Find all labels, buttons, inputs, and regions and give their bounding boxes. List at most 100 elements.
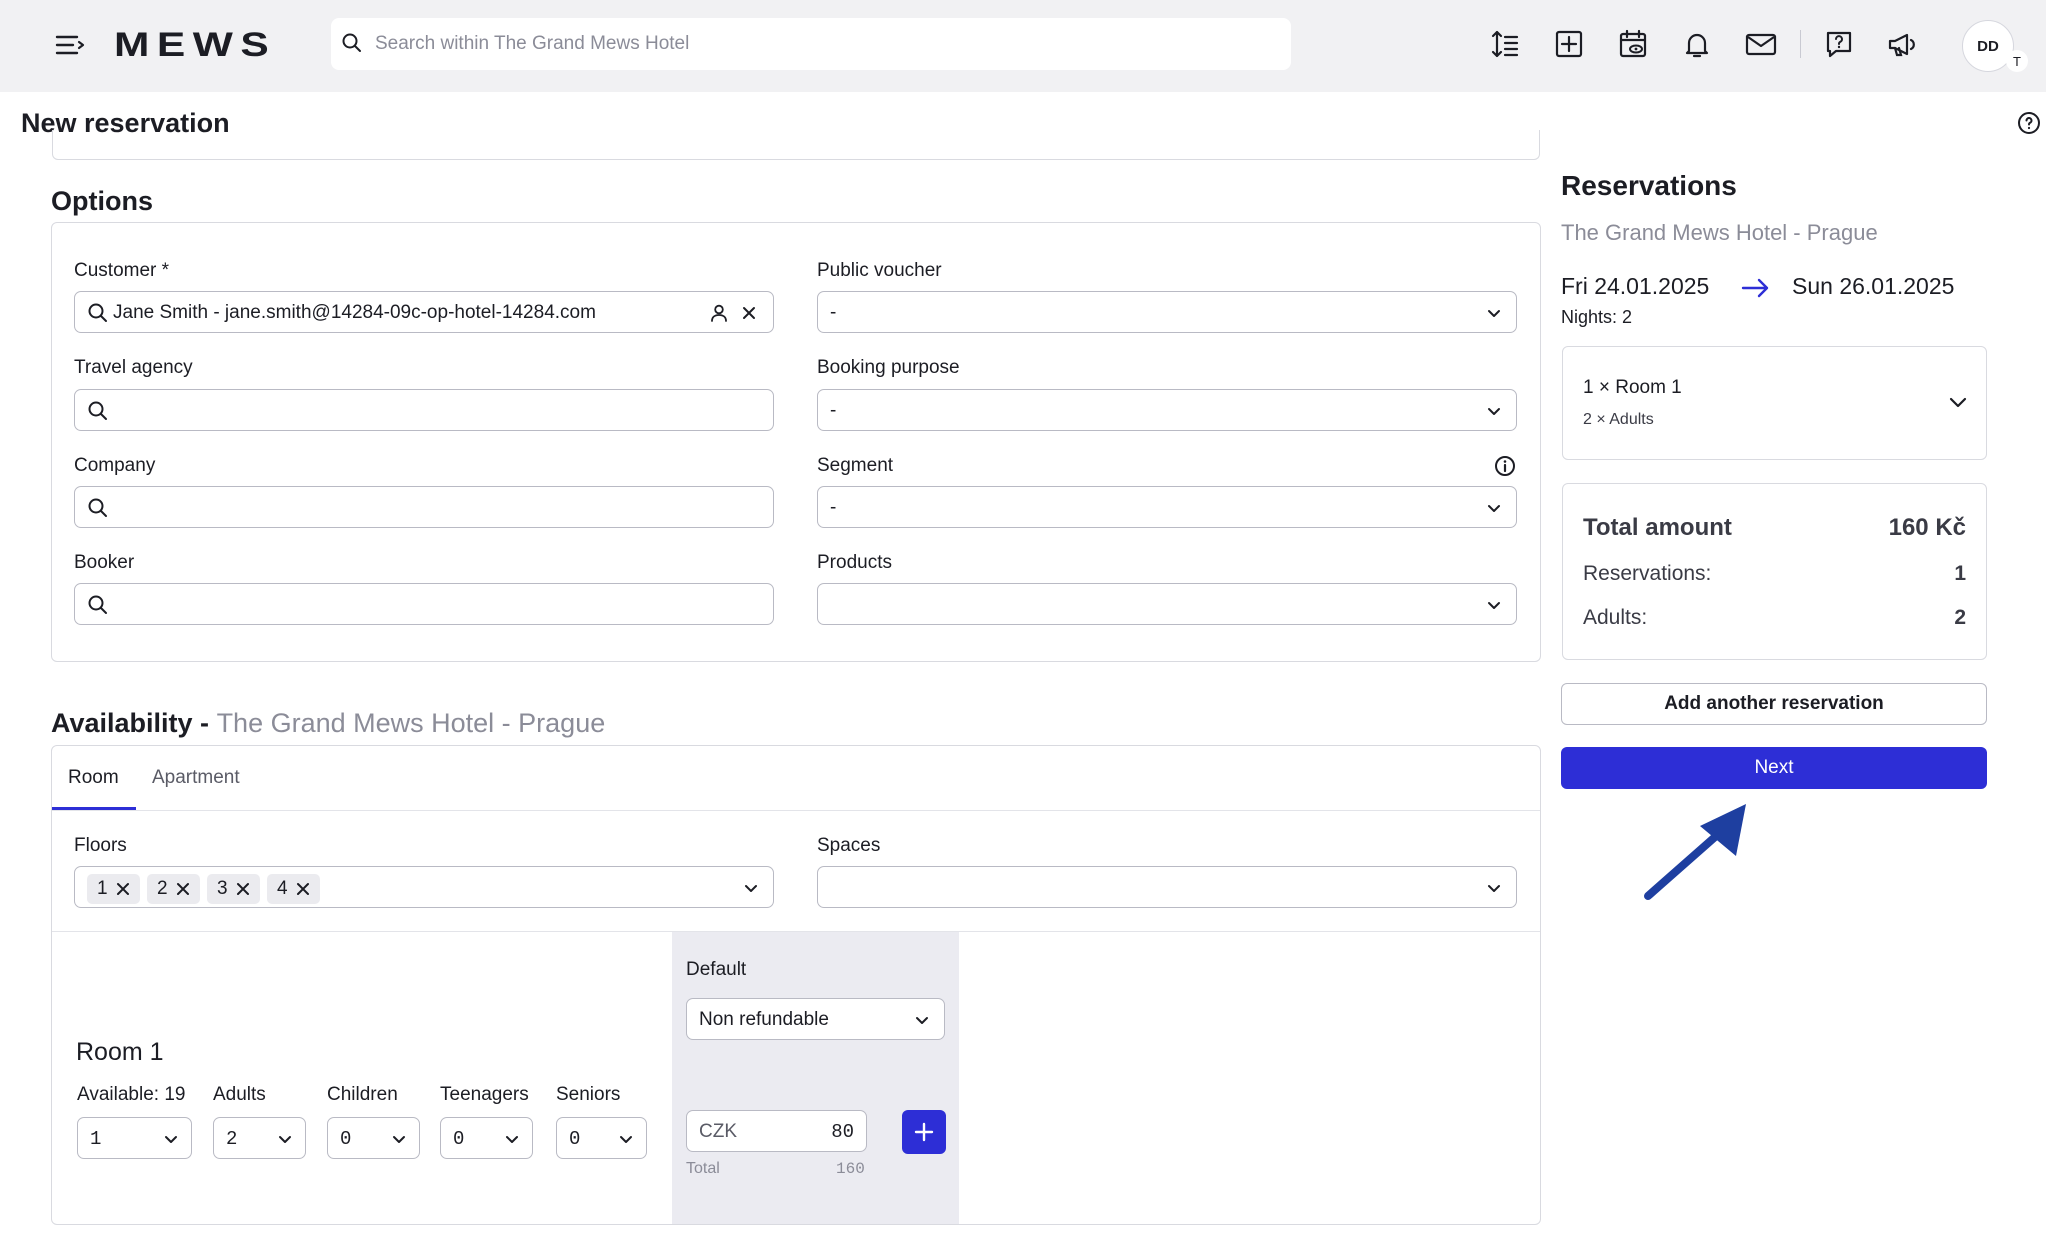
products-label: Products [817,552,892,573]
reservation-room-line: 1 × Room 1 [1583,377,1682,398]
calendar-view-icon[interactable] [1611,22,1655,66]
chevron-down-icon [165,1136,177,1143]
price-input[interactable]: CZK 80 [686,1110,867,1152]
chevron-down-icon [393,1136,405,1143]
chevron-down-icon [1488,408,1500,415]
chevron-down-icon[interactable] [1947,391,1969,413]
availability-title: Availability - The Grand Mews Hotel - Pr… [51,708,605,739]
company-field[interactable] [74,486,774,528]
chevron-down-icon [1488,602,1500,609]
floor-chip[interactable]: 1 [87,874,140,904]
teenagers-select[interactable]: 0 [440,1117,533,1159]
remove-icon[interactable] [116,882,130,896]
products-select[interactable] [817,583,1517,625]
room-quantity-select[interactable]: 1 [77,1117,192,1159]
total-amount-value: 160 Kč [1888,514,1966,541]
booking-purpose-label: Booking purpose [817,357,960,378]
tab-apartment[interactable]: Apartment [152,767,240,789]
floor-chip[interactable]: 2 [147,874,200,904]
children-label: Children [327,1084,398,1105]
total-summary-card: Total amount 160 Kč Reservations: 1 Adul… [1562,483,1987,660]
currency-label: CZK [699,1121,737,1142]
chevron-down-icon [1488,885,1500,892]
floor-chip[interactable]: 4 [267,874,320,904]
arrow-right-icon [1741,278,1769,298]
search-icon [342,33,361,52]
travel-agency-field[interactable] [74,389,774,431]
search-input[interactable] [375,18,1275,70]
price-value: 80 [831,1121,854,1143]
availability-hotel: The Grand Mews Hotel - Prague [216,708,606,738]
top-bar: MEWS DD T [0,0,2046,92]
booker-field[interactable] [74,583,774,625]
floor-chip[interactable]: 3 [207,874,260,904]
reservations-count-value: 1 [1954,562,1966,585]
rate-select[interactable]: Non refundable [686,998,945,1040]
public-voucher-select[interactable]: - [817,291,1517,333]
travel-agency-label: Travel agency [74,357,193,378]
chevron-down-icon [279,1136,291,1143]
bell-icon[interactable] [1675,22,1719,66]
help-icon[interactable] [2017,111,2041,140]
clear-icon[interactable] [741,305,757,321]
tab-room[interactable]: Room [68,767,119,789]
booking-purpose-select[interactable]: - [817,389,1517,431]
remove-icon[interactable] [176,882,190,896]
segment-select[interactable]: - [817,486,1517,528]
add-icon[interactable] [1547,22,1591,66]
children-value: 0 [340,1128,352,1150]
adults-count-label: Adults: [1583,606,1648,629]
spaces-label: Spaces [817,835,881,856]
global-search[interactable] [331,18,1291,70]
customer-field[interactable]: Jane Smith - jane.smith@14284-09c-op-hot… [74,291,774,333]
add-another-reservation-button[interactable]: Add another reservation [1561,683,1987,725]
chevron-down-icon [506,1136,518,1143]
children-select[interactable]: 0 [327,1117,420,1159]
chevron-down-icon [745,885,757,892]
floor-chip-label: 2 [157,878,168,899]
reservation-item[interactable]: 1 × Room 1 2 × Adults [1562,346,1987,460]
availability-title-text: Availability - [51,708,210,738]
mail-icon[interactable] [1739,22,1783,66]
rate-label: Default [686,959,747,980]
rate-value: Non refundable [699,1009,829,1030]
available-label: Available: 19 [77,1084,186,1105]
spaces-select[interactable] [817,866,1517,908]
floors-label: Floors [74,835,127,856]
nights-count: Nights: 2 [1561,307,1633,327]
company-label: Company [74,455,156,476]
seniors-label: Seniors [556,1084,621,1105]
booker-label: Booker [74,552,135,573]
floor-chip-label: 4 [277,878,288,899]
room-name: Room 1 [76,1038,164,1066]
active-tab-indicator [52,807,136,810]
mews-logo[interactable]: MEWS [114,26,276,65]
floor-chip-label: 1 [97,878,108,899]
options-title: Options [51,186,153,216]
remove-icon[interactable] [236,882,250,896]
adults-count-value: 2 [1954,606,1966,629]
add-rate-button[interactable] [902,1110,946,1154]
adults-select[interactable]: 2 [213,1117,306,1159]
date-from: Fri 24.01.2025 [1561,273,1710,299]
info-icon[interactable] [1494,455,1516,477]
segment-value: - [830,497,837,518]
user-profile-icon[interactable] [709,303,729,323]
customer-value: Jane Smith - jane.smith@14284-09c-op-hot… [113,302,596,323]
sort-icon[interactable] [1483,22,1527,66]
booking-purpose-value: - [830,400,837,421]
seniors-select[interactable]: 0 [556,1117,647,1159]
public-voucher-label: Public voucher [817,260,942,281]
next-button[interactable]: Next [1561,747,1987,789]
total-label: Total [686,1160,720,1177]
help-chat-icon[interactable] [1817,22,1861,66]
megaphone-icon[interactable] [1881,22,1925,66]
room-quantity-value: 1 [90,1128,102,1150]
reservation-guests-line: 2 × Adults [1583,411,1654,428]
reservations-count-label: Reservations: [1583,562,1712,585]
adults-label: Adults [213,1084,266,1105]
avatar-badge: T [2006,50,2028,72]
menu-icon[interactable] [50,28,90,62]
segment-label: Segment [817,455,894,476]
remove-icon[interactable] [296,882,310,896]
